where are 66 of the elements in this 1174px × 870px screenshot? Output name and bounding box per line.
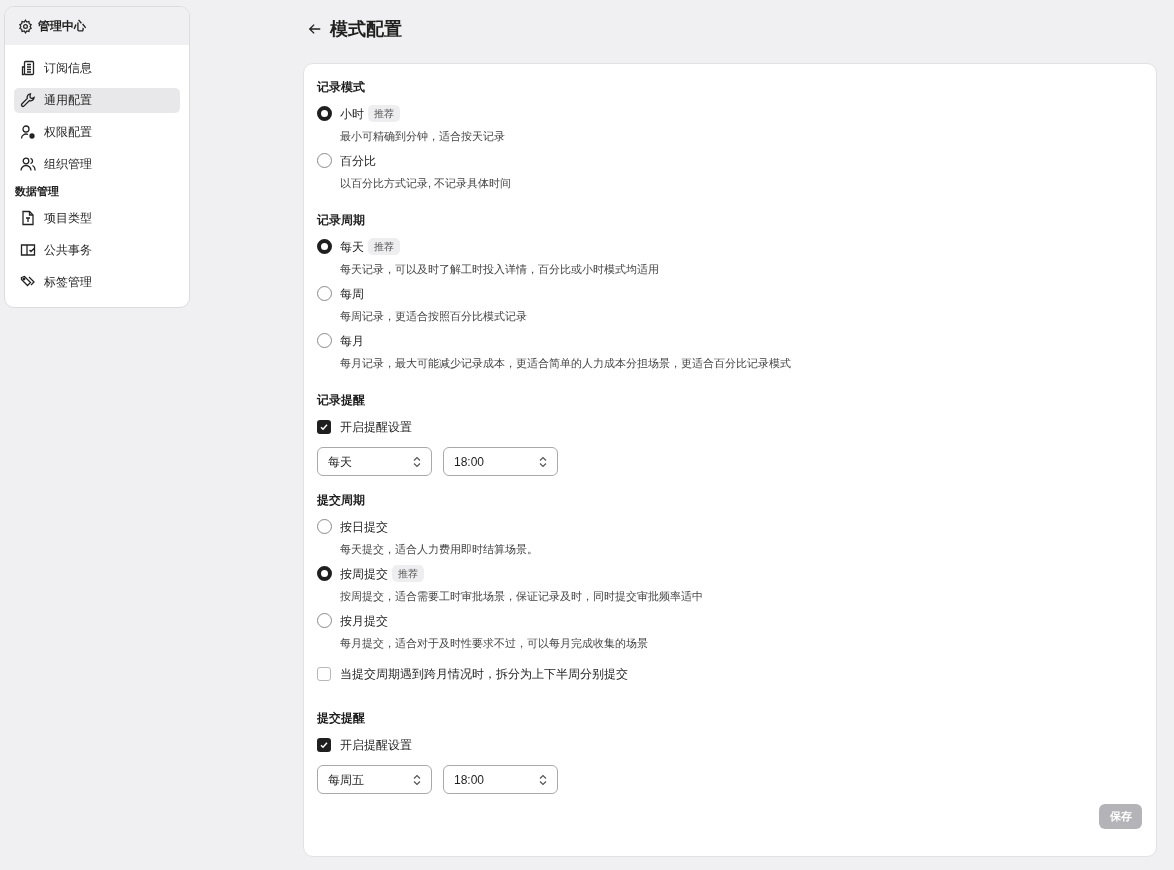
checkbox-label: 当提交周期遇到跨月情况时，拆分为上下半周分别提交 xyxy=(340,666,628,683)
radio-label: 每天 xyxy=(340,238,364,256)
radio-label: 按月提交 xyxy=(340,612,388,630)
user-key-icon xyxy=(20,124,36,140)
radio-button[interactable] xyxy=(317,239,332,254)
page-title: 模式配置 xyxy=(330,17,402,41)
recommended-badge: 推荐 xyxy=(368,105,400,122)
sidebar-item[interactable]: 标签管理 xyxy=(14,269,180,295)
radio-label: 每月 xyxy=(340,332,364,350)
radio-label: 每周 xyxy=(340,285,364,303)
section-heading: 记录提醒 xyxy=(317,392,366,409)
option-description: 每周记录，更适合按照百分比模式记录 xyxy=(340,309,528,324)
option-description: 每月记录，最大可能减少记录成本，更适合简单的人力成本分担场景，更适合百分比记录模式 xyxy=(340,356,792,371)
back-arrow-icon[interactable] xyxy=(308,22,322,36)
sidebar-item[interactable]: 公共事务 xyxy=(14,237,180,263)
option-description: 按周提交，适合需要工时审批场景，保证记录及时，同时提交审批频率适中 xyxy=(340,589,704,604)
chevron-up-down-icon xyxy=(413,773,421,786)
radio-button[interactable] xyxy=(317,333,332,348)
sidebar-title: 管理中心 xyxy=(38,18,86,35)
radio-label: 百分比 xyxy=(340,152,376,170)
checkbox[interactable] xyxy=(317,420,331,434)
chevron-up-down-icon xyxy=(539,455,547,468)
select-dropdown[interactable]: 18:00 xyxy=(443,447,558,476)
radio-button[interactable] xyxy=(317,286,332,301)
radio-button[interactable] xyxy=(317,566,332,581)
building-icon xyxy=(20,60,36,76)
document-icon xyxy=(20,210,36,226)
option-description: 每天提交，适合人力费用即时结算场景。 xyxy=(340,542,539,557)
book-check-icon xyxy=(20,242,36,258)
checkbox-label: 开启提醒设置 xyxy=(340,737,412,754)
chevron-up-down-icon xyxy=(413,455,421,468)
users-icon xyxy=(20,156,36,172)
checkbox-label: 开启提醒设置 xyxy=(340,419,412,436)
check-icon xyxy=(319,740,329,750)
check-icon xyxy=(319,422,329,432)
chevron-up-down-icon xyxy=(539,773,547,786)
radio-button[interactable] xyxy=(317,106,332,121)
radio-label: 按周提交 xyxy=(340,565,388,583)
section-heading: 记录模式 xyxy=(317,79,366,96)
checkbox[interactable] xyxy=(317,738,331,752)
option-description: 每月提交，适合对于及时性要求不过，可以每月完成收集的场景 xyxy=(340,636,649,651)
recommended-badge: 推荐 xyxy=(392,565,424,582)
radio-label: 小时 xyxy=(340,105,364,123)
checkbox[interactable] xyxy=(317,667,331,681)
select-dropdown[interactable]: 18:00 xyxy=(443,765,558,794)
settings-icon xyxy=(18,18,33,34)
section-heading: 提交提醒 xyxy=(317,710,366,727)
select-dropdown[interactable]: 每天 xyxy=(317,447,432,476)
radio-button[interactable] xyxy=(317,519,332,534)
sidebar-item[interactable]: 通用配置 xyxy=(14,87,180,113)
select-dropdown[interactable]: 每周五 xyxy=(317,765,432,794)
radio-label: 按日提交 xyxy=(340,518,388,536)
sidebar-item[interactable]: 订阅信息 xyxy=(14,55,180,81)
section-heading: 提交周期 xyxy=(317,492,366,509)
option-description: 最小可精确到分钟，适合按天记录 xyxy=(340,129,506,144)
radio-button[interactable] xyxy=(317,153,332,168)
sidebar-item[interactable]: 项目类型 xyxy=(14,205,180,231)
option-description: 每天记录，可以及时了解工时投入详情，百分比或小时模式均适用 xyxy=(340,262,660,277)
radio-button[interactable] xyxy=(317,613,332,628)
option-description: 以百分比方式记录, 不记录具体时间 xyxy=(340,176,513,191)
section-heading: 记录周期 xyxy=(317,212,366,229)
recommended-badge: 推荐 xyxy=(368,238,400,255)
sidebar-group-heading: 数据管理 xyxy=(14,183,60,199)
wrench-icon xyxy=(20,92,36,108)
sidebar-item[interactable]: 组织管理 xyxy=(14,151,180,177)
sidebar-item[interactable]: 权限配置 xyxy=(14,119,180,145)
